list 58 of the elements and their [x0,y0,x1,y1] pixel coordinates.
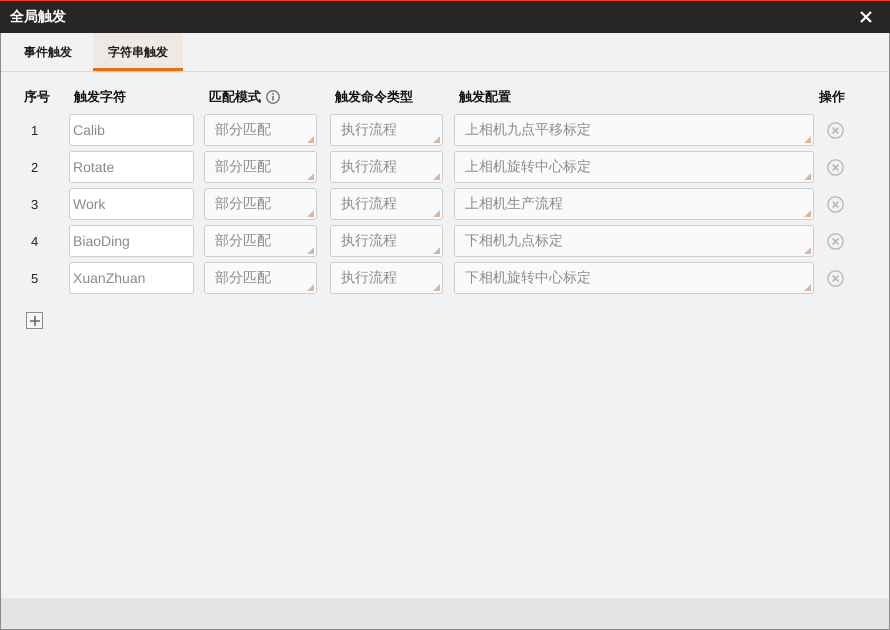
window-title: 全局触发 [10,8,66,26]
trigger-input-field[interactable]: Rotate [69,151,194,183]
info-icon[interactable] [266,90,280,104]
caret-icon [307,136,314,143]
column-header: 触发配置 [459,88,511,106]
caret-icon [804,136,811,143]
caret-icon [433,210,440,217]
trigger-input-field[interactable]: Calib [69,114,194,146]
config-dropdown[interactable]: 下相机九点标定 [454,225,814,257]
config-dropdown[interactable]: 上相机旋转中心标定 [454,151,814,183]
close-icon[interactable] [860,11,872,23]
command-type-dropdown[interactable]: 执行流程 [330,114,443,146]
caret-icon [433,173,440,180]
trigger-input-field[interactable]: Work [69,188,194,220]
caret-icon [804,173,811,180]
command-type-dropdown[interactable]: 执行流程 [330,151,443,183]
match-mode-dropdown[interactable]: 部分匹配 [204,188,317,220]
command-type-dropdown[interactable]: 执行流程 [330,188,443,220]
delete-icon[interactable] [827,158,844,176]
caret-icon [804,210,811,217]
trigger-input-field[interactable]: XuanZhuan [69,262,194,294]
match-mode-dropdown[interactable]: 部分匹配 [204,262,317,294]
caret-icon [433,247,440,254]
delete-icon[interactable] [827,270,844,286]
config-dropdown[interactable]: 下相机旋转中心标定 [454,262,814,294]
delete-icon[interactable] [827,196,844,212]
config-dropdown[interactable]: 上相机九点平移标定 [454,114,814,146]
delete-icon[interactable] [827,232,844,250]
column-header: 序号 [24,88,50,106]
row-number: 1 [31,122,38,138]
caret-icon [433,284,440,291]
match-mode-dropdown[interactable]: 部分匹配 [204,151,317,183]
caret-icon [307,284,314,291]
add-button[interactable] [26,312,43,329]
command-type-dropdown[interactable]: 执行流程 [330,225,443,257]
caret-icon [433,136,440,143]
column-header: 匹配模式 [209,88,261,106]
delete-icon[interactable] [827,122,844,138]
match-mode-dropdown[interactable]: 部分匹配 [204,225,317,257]
tab[interactable]: 事件触发 [9,33,87,71]
row-number: 4 [31,234,38,248]
row-number: 2 [31,160,38,174]
row-number: 5 [31,270,38,286]
tab[interactable]: 字符串触发 [93,33,183,71]
caret-icon [307,173,314,180]
caret-icon [307,247,314,254]
config-dropdown[interactable]: 上相机生产流程 [454,188,814,220]
caret-icon [307,210,314,217]
match-mode-dropdown[interactable]: 部分匹配 [204,114,317,146]
caret-icon [804,247,811,254]
caret-icon [804,284,811,291]
row-number: 3 [31,196,38,212]
column-header: 操作 [819,88,845,106]
column-header: 触发命令类型 [335,88,413,106]
plus-icon [30,316,40,326]
column-header: 触发字符 [74,88,126,106]
trigger-input-field[interactable]: BiaoDing [69,225,194,257]
command-type-dropdown[interactable]: 执行流程 [330,262,443,294]
